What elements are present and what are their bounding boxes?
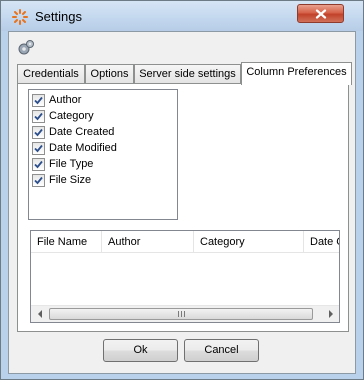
tab-options[interactable]: Options <box>85 64 134 84</box>
column-header-label: Category <box>200 236 245 248</box>
tab-label: Options <box>90 68 129 80</box>
checkbox[interactable] <box>32 157 45 171</box>
arrow-left-icon <box>37 310 42 318</box>
checkmark-icon <box>34 96 43 104</box>
check-item-date-created[interactable]: Date Created <box>32 124 114 140</box>
check-item-label: File Size <box>49 174 92 186</box>
column-checklist: Author Category Date Created Date Modifi… <box>28 89 178 220</box>
check-item-label: File Type <box>49 158 94 170</box>
ok-button[interactable]: Ok <box>103 339 178 362</box>
scroll-left-button[interactable] <box>31 306 48 322</box>
grip-icon <box>177 311 185 317</box>
list-header: File Name Author Category Date Created <box>31 231 339 253</box>
checkbox[interactable] <box>32 93 45 107</box>
column-header-category[interactable]: Category <box>194 231 304 253</box>
tab-server-side-settings[interactable]: Server side settings <box>134 64 241 84</box>
check-item-category[interactable]: Category <box>32 108 94 124</box>
tab-column-preferences[interactable]: Column Preferences <box>241 62 352 85</box>
column-header-label: Author <box>108 236 141 248</box>
window-title: Settings <box>35 9 82 24</box>
check-item-author[interactable]: Author <box>32 92 81 108</box>
gear-icon <box>18 40 34 55</box>
checkmark-icon <box>34 160 43 168</box>
check-item-file-type[interactable]: File Type <box>32 156 93 172</box>
check-item-file-size[interactable]: File Size <box>32 172 91 188</box>
column-header-file-name[interactable]: File Name <box>31 231 102 253</box>
close-icon <box>315 8 326 19</box>
column-header-author[interactable]: Author <box>102 231 194 253</box>
check-item-label: Date Modified <box>49 142 117 154</box>
checkmark-icon <box>34 176 43 184</box>
checkmark-icon <box>34 112 43 120</box>
tab-credentials[interactable]: Credentials <box>17 64 85 84</box>
tab-strip: Credentials Options Server side settings… <box>17 62 352 85</box>
checkmark-icon <box>34 144 43 152</box>
cancel-button[interactable]: Cancel <box>184 339 259 362</box>
close-button[interactable] <box>297 4 344 23</box>
checkbox[interactable] <box>32 173 45 187</box>
checkmark-icon <box>34 128 43 136</box>
checkbox[interactable] <box>32 125 45 139</box>
scroll-right-button[interactable] <box>322 306 339 322</box>
arrow-right-icon <box>328 310 333 318</box>
app-icon <box>12 9 28 25</box>
dialog-client-area: Credentials Options Server side settings… <box>8 31 356 374</box>
column-header-label: Date Created <box>310 236 339 248</box>
scroll-thumb[interactable] <box>49 308 313 320</box>
check-item-label: Date Created <box>49 126 115 138</box>
tab-label: Column Preferences <box>246 66 347 78</box>
checkbox[interactable] <box>32 109 45 123</box>
check-item-label: Author <box>49 94 82 106</box>
column-preferences-panel: Author Category Date Created Date Modifi… <box>17 83 349 332</box>
file-list-view[interactable]: File Name Author Category Date Created <box>30 230 340 323</box>
title-bar[interactable]: Settings <box>1 1 363 31</box>
check-item-date-modified[interactable]: Date Modified <box>32 140 117 156</box>
column-header-date-created[interactable]: Date Created <box>304 231 339 253</box>
checkbox[interactable] <box>32 141 45 155</box>
settings-window: Settings Credentials Options Server side… <box>0 0 364 380</box>
check-item-label: Category <box>49 110 94 122</box>
column-header-label: File Name <box>37 236 88 248</box>
horizontal-scrollbar[interactable] <box>31 305 339 322</box>
tab-label: Credentials <box>23 68 79 80</box>
tab-label: Server side settings <box>139 68 236 80</box>
